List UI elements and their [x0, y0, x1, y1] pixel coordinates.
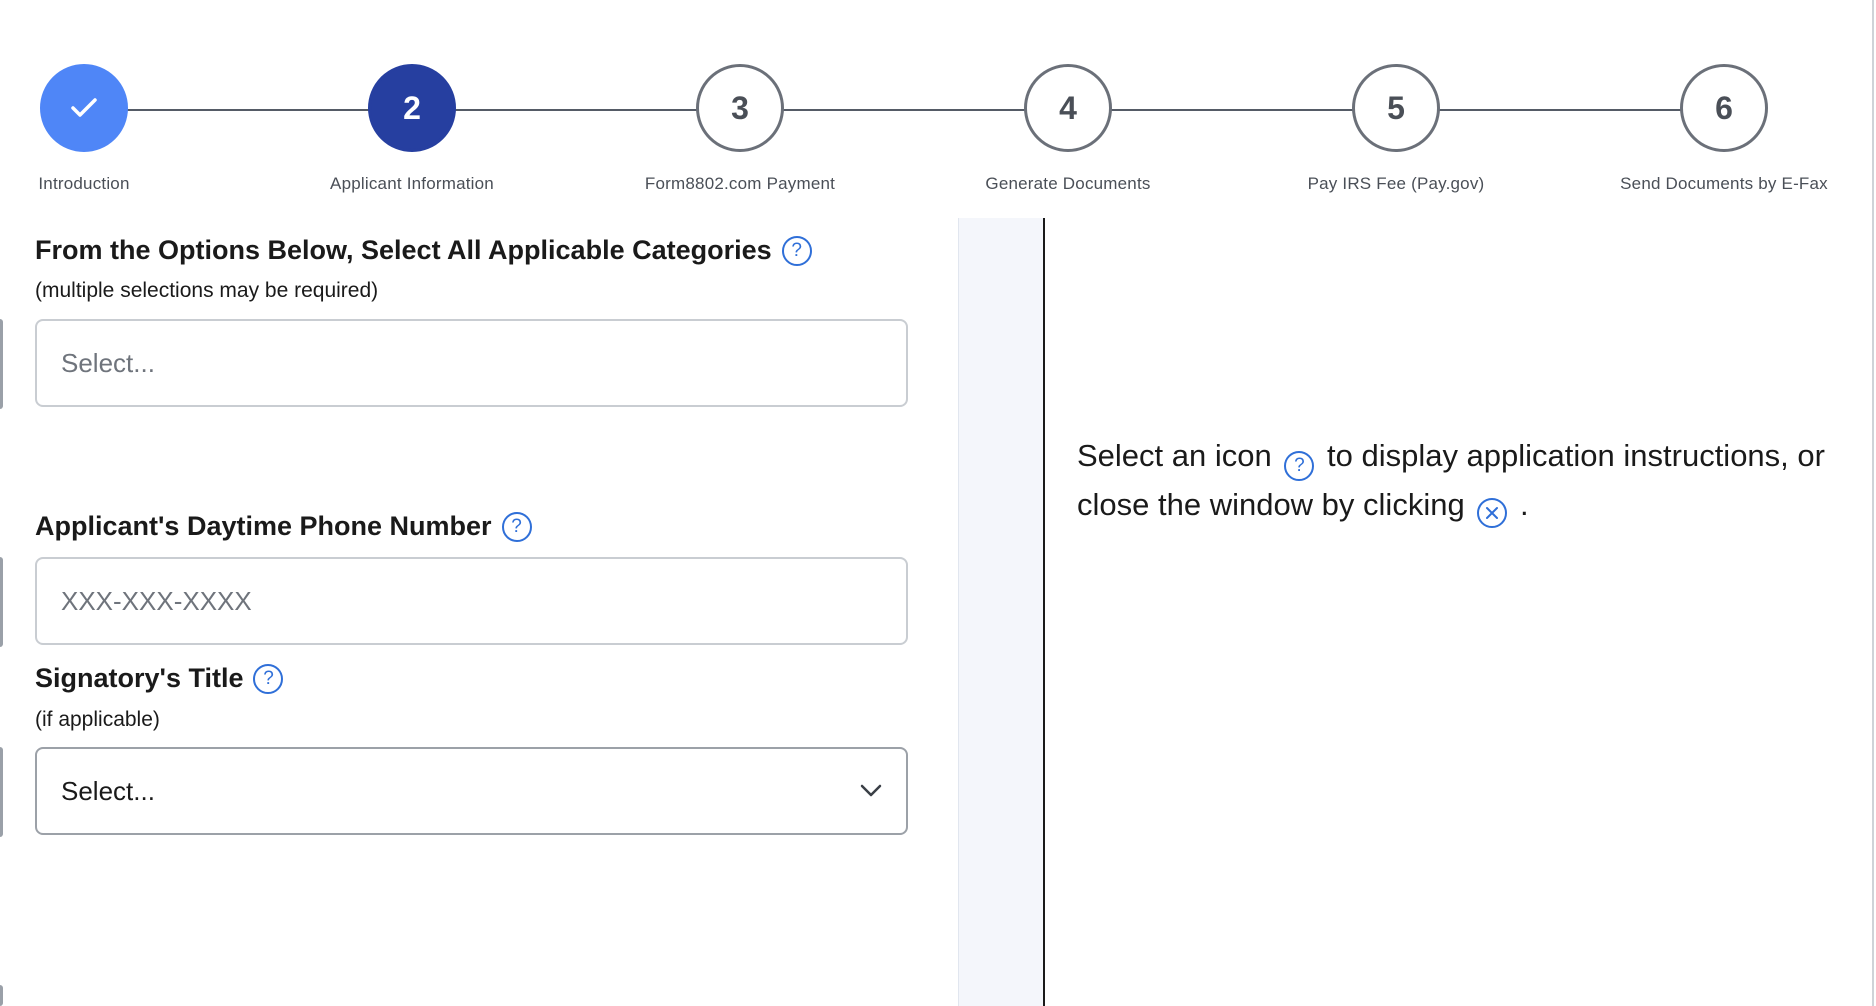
left-edge-marker	[0, 747, 3, 837]
phone-label-text: Applicant's Daytime Phone Number	[35, 511, 492, 541]
help-text-part1: Select an icon	[1077, 438, 1272, 473]
step-number: 6	[1680, 64, 1768, 152]
page: Introduction 2 Applicant Information 3 F…	[0, 0, 1876, 1006]
panel-gutter	[958, 218, 1044, 1006]
applicant-form: From the Options Below, Select All Appli…	[0, 215, 958, 1006]
step-number: 5	[1352, 64, 1440, 152]
question-circle-icon[interactable]: ?	[253, 663, 284, 694]
step-send-documents[interactable]: 6 Send Documents by E-Fax	[1604, 64, 1844, 194]
step-number: 3	[696, 64, 784, 152]
step-applicant-information[interactable]: 2 Applicant Information	[292, 64, 532, 194]
left-edge-marker	[0, 985, 3, 1006]
close-circle-icon[interactable]	[1477, 498, 1508, 528]
categories-label-text: From the Options Below, Select All Appli…	[35, 235, 772, 265]
step-label: Introduction	[38, 174, 130, 193]
signatory-title-label: Signatory's Title ?	[35, 663, 284, 694]
step-generate-documents[interactable]: 4 Generate Documents	[948, 64, 1188, 194]
signatory-title-value: Select...	[61, 775, 155, 806]
step-pay-irs-fee[interactable]: 5 Pay IRS Fee (Pay.gov)	[1276, 64, 1516, 194]
step-payment[interactable]: 3 Form8802.com Payment	[620, 64, 860, 194]
step-introduction[interactable]: Introduction	[0, 64, 204, 194]
step-number: 2	[368, 64, 456, 152]
signatory-title-select[interactable]: Select...	[35, 747, 908, 835]
step-label: Pay IRS Fee (Pay.gov)	[1307, 174, 1485, 193]
left-edge-marker	[0, 557, 3, 647]
check-icon	[40, 64, 128, 152]
progress-stepper: Introduction 2 Applicant Information 3 F…	[0, 0, 1876, 215]
phone-label: Applicant's Daytime Phone Number ?	[35, 511, 532, 542]
phone-field[interactable]	[35, 557, 908, 645]
signatory-title-sublabel: (if applicable)	[35, 708, 160, 731]
categories-placeholder: Select...	[61, 347, 155, 378]
question-circle-icon[interactable]: ?	[501, 511, 532, 542]
chevron-down-icon	[860, 784, 882, 797]
step-number: 4	[1024, 64, 1112, 152]
signatory-title-label-text: Signatory's Title	[35, 663, 244, 693]
window-right-edge	[1872, 0, 1874, 1006]
step-label: Form8802.com Payment	[644, 174, 836, 193]
left-edge-marker	[0, 319, 3, 409]
question-circle-icon[interactable]: ?	[781, 235, 812, 266]
panel-divider	[1043, 218, 1045, 1006]
categories-label: From the Options Below, Select All Appli…	[35, 235, 812, 266]
step-label: Generate Documents	[985, 174, 1151, 193]
categories-sublabel: (multiple selections may be required)	[35, 279, 379, 302]
step-label: Send Documents by E-Fax	[1620, 174, 1828, 193]
question-circle-icon: ?	[1284, 451, 1315, 481]
step-label: Applicant Information	[330, 174, 494, 193]
help-panel-message: Select an icon ? to display application …	[1077, 432, 1857, 529]
categories-multiselect[interactable]: Select...	[35, 319, 908, 407]
phone-input[interactable]	[61, 585, 882, 617]
help-text-part3: .	[1519, 487, 1529, 522]
